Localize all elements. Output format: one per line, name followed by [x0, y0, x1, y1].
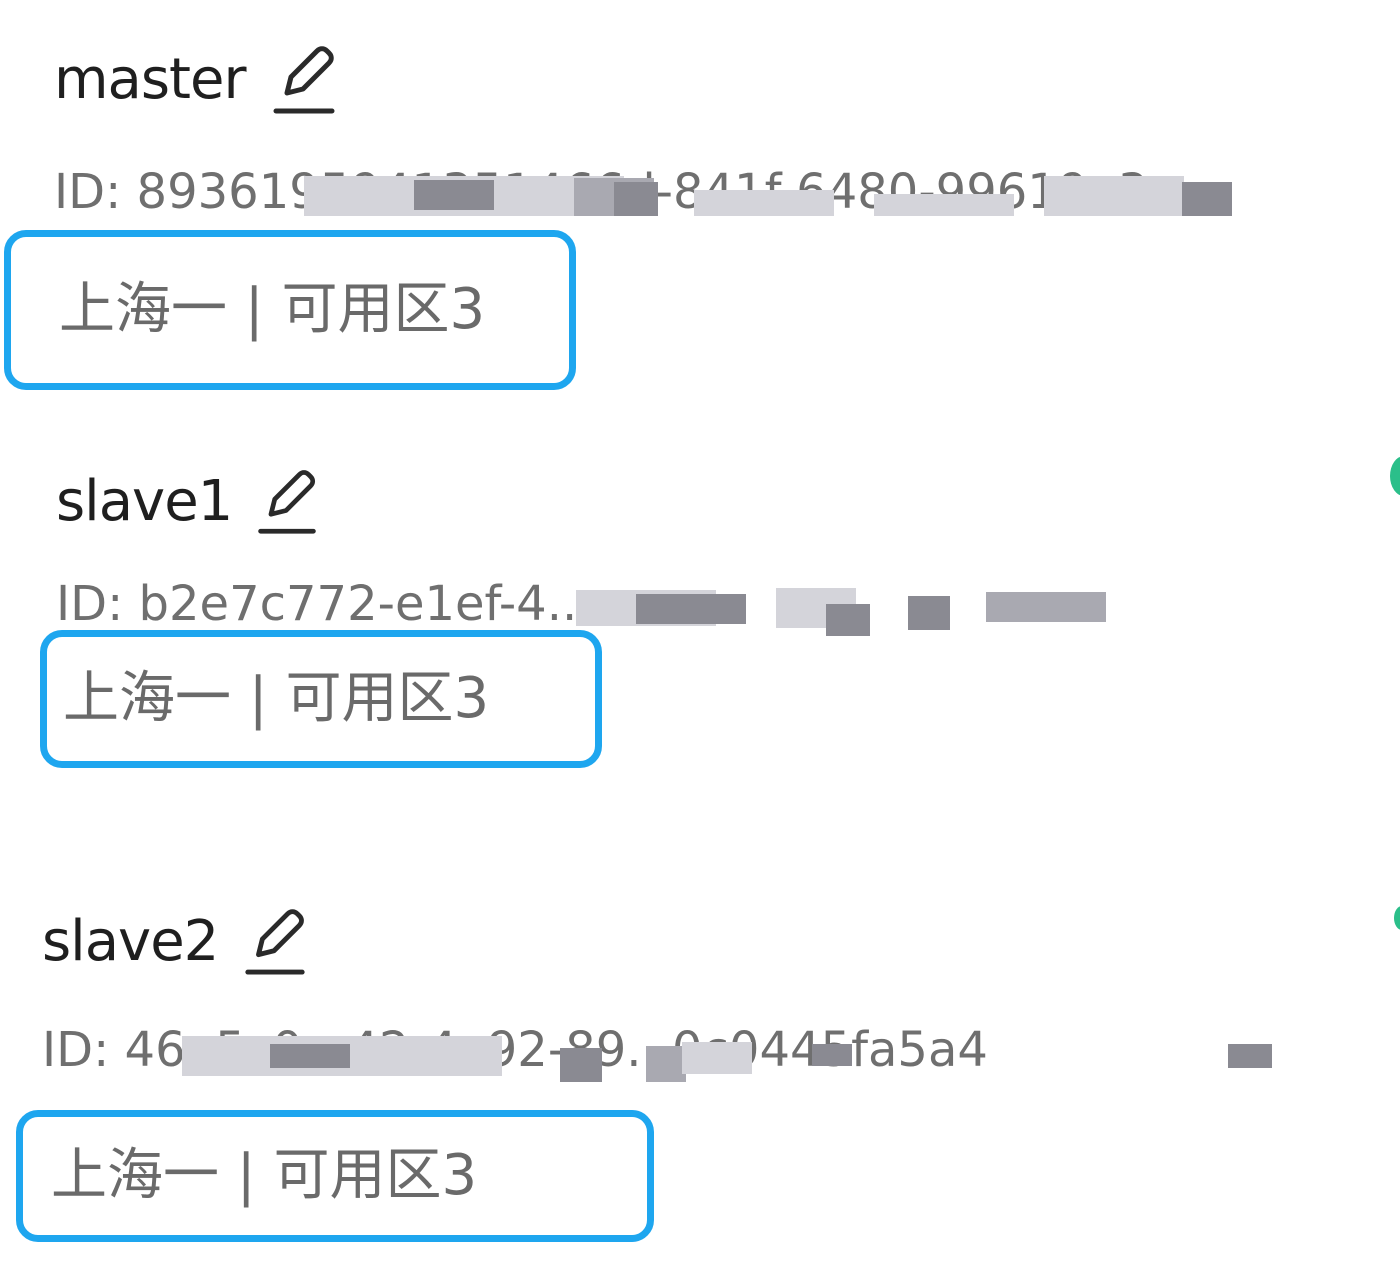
pencil-edit-icon: [245, 909, 305, 975]
redaction-mask: [908, 596, 950, 630]
pencil-edit-icon: [258, 470, 317, 534]
status-indicator: [1390, 456, 1400, 496]
node-id: ID: 8936195941351466d-841f-6480-99619e3c: [54, 168, 1294, 224]
node-name: slave2: [42, 909, 219, 974]
node-id: ID: b2e7c772-e1ef-4...a: [56, 580, 1196, 636]
redaction-mask: [1044, 176, 1184, 216]
redaction-mask: [560, 1048, 602, 1082]
node-header: master: [54, 44, 337, 116]
status-indicator: [1394, 906, 1400, 930]
zone-highlight-box: 上海一 | 可用区3: [40, 630, 602, 768]
redaction-mask: [826, 604, 870, 636]
redaction-mask: [812, 1044, 852, 1066]
redaction-mask: [874, 194, 1014, 216]
availability-zone: 上海一 | 可用区3: [59, 277, 486, 342]
node-header: slave2: [42, 906, 308, 978]
instance-node-list: master ID: 8936195941351466d-841f-6480-9…: [0, 0, 1400, 1265]
edit-name-button[interactable]: [271, 44, 337, 116]
node-name: master: [54, 47, 246, 112]
redaction-mask: [694, 190, 834, 216]
node-name: slave1: [56, 469, 233, 534]
zone-highlight-box: 上海一 | 可用区3: [4, 230, 576, 390]
node-header: slave1: [56, 466, 320, 538]
redaction-mask: [646, 1046, 686, 1082]
redaction-mask: [614, 182, 658, 216]
edit-name-button[interactable]: [242, 906, 308, 978]
redaction-mask: [636, 594, 746, 624]
pencil-edit-icon: [273, 46, 335, 114]
zone-highlight-box: 上海一 | 可用区3: [16, 1110, 654, 1242]
node-id: ID: 46e5c0...42-4a92-89...0c0445fa5a4: [42, 1026, 1274, 1082]
edit-name-button[interactable]: [254, 466, 320, 538]
redaction-mask: [414, 180, 494, 210]
redaction-mask: [986, 592, 1106, 622]
availability-zone: 上海一 | 可用区3: [63, 666, 490, 731]
redaction-mask: [1182, 182, 1232, 216]
availability-zone: 上海一 | 可用区3: [51, 1143, 478, 1208]
redaction-mask: [270, 1044, 350, 1068]
node-id-text: ID: b2e7c772-e1ef-4...a: [56, 580, 622, 632]
redaction-mask: [682, 1042, 752, 1074]
redaction-mask: [1228, 1044, 1272, 1068]
